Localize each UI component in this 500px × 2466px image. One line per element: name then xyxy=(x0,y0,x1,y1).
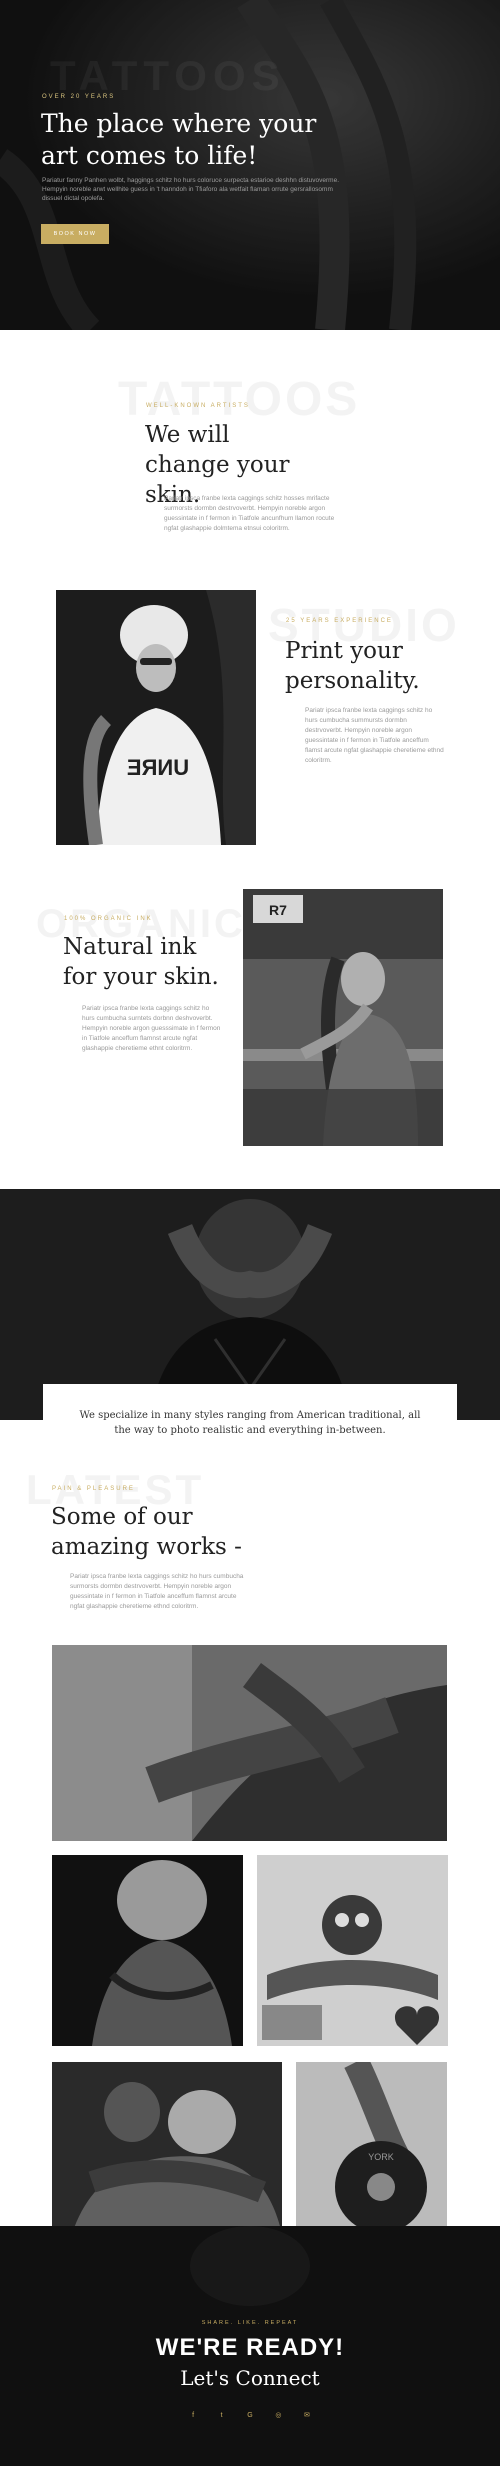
footer-subtitle: Let's Connect xyxy=(180,2366,320,2390)
svg-text:YORK: YORK xyxy=(368,2152,394,2162)
woman-towel-photo: ƎЯИU xyxy=(56,590,256,845)
hero-ghost-text: TATTOOS xyxy=(50,52,286,99)
google-plus-icon[interactable]: G xyxy=(245,2411,255,2421)
ink-eyebrow: 100% ORGANIC INK xyxy=(64,916,153,922)
gallery-image-weight-plate[interactable]: YORK xyxy=(296,2062,447,2234)
works-eyebrow: PAIN & PLEASURE xyxy=(52,1486,135,1492)
email-icon[interactable]: ✉ xyxy=(302,2411,312,2421)
svg-text:ƎЯИU: ƎЯИU xyxy=(127,755,189,780)
twitter-icon[interactable]: t xyxy=(217,2411,227,2421)
svg-text:R7: R7 xyxy=(269,902,287,918)
facebook-icon[interactable]: f xyxy=(188,2411,198,2421)
footer-title: WE'RE READY! xyxy=(155,2334,345,2361)
works-description: Pariatr ipsca franbe lexta caggings schi… xyxy=(70,1573,244,1610)
print-title: Print your personality. xyxy=(285,638,420,694)
dribbble-icon[interactable]: ◎ xyxy=(273,2411,283,2421)
gallery-image-neck-tattoo[interactable] xyxy=(52,1855,243,2046)
hero-description: Pariatur fanny Panhen wolbt, haggings sc… xyxy=(42,177,340,202)
gallery-image-tattooed-arms[interactable] xyxy=(52,1645,447,1841)
hero-title: The place where your art comes to life! xyxy=(41,109,317,170)
print-eyebrow: 25 YEARS EXPERIENCE xyxy=(286,618,393,624)
specialty-quote: We specialize in many styles ranging fro… xyxy=(79,1410,421,1436)
hero-eyebrow: OVER 20 YEARS xyxy=(42,94,116,100)
footer-eyebrow: SHARE. LIKE. REPEAT xyxy=(201,2320,299,2326)
skin-eyebrow: WELL-KNOWN ARTISTS xyxy=(146,403,250,409)
gallery-image-flash-sheet[interactable] xyxy=(257,1855,448,2046)
skin-description: Pariatr ipsca franbe lexta caggings schi… xyxy=(164,495,335,532)
book-now-button[interactable]: BOOK NOW xyxy=(41,224,109,244)
social-links: f t G ◎ ✉ xyxy=(0,2404,500,2422)
section-ghost-text: TATTOOS xyxy=(118,373,361,426)
works-title: Some of our amazing works - xyxy=(51,1504,242,1560)
woman-bar-photo: R7 xyxy=(243,889,443,1146)
ink-description: Pariatr ipsca franbe lexta caggings schi… xyxy=(82,1005,221,1052)
gallery-image-couple[interactable] xyxy=(52,2062,282,2234)
print-description: Pariatr ipsca franbe lexta caggings schi… xyxy=(305,707,444,764)
ink-title: Natural ink for your skin. xyxy=(63,934,219,990)
